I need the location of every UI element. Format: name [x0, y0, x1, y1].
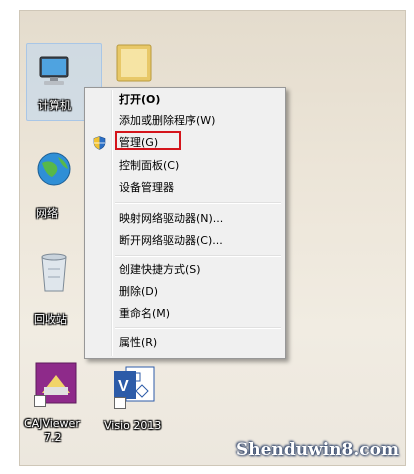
computer-icon	[39, 56, 69, 85]
computer-desktop-icon[interactable]: 计算机	[34, 51, 74, 112]
menu-item-control-panel[interactable]: 控制面板(C)	[119, 159, 179, 173]
visio-desktop-icon[interactable]: V Visio 2013	[104, 363, 161, 432]
menu-item-create-shortcut[interactable]: 创建快捷方式(S)	[119, 263, 201, 277]
cajviewer-label-line2: 7.2	[44, 431, 62, 444]
recycle-bin-label: 回收站	[34, 313, 67, 326]
shortcut-arrow-icon	[114, 397, 126, 409]
visio-label: Visio 2013	[104, 419, 162, 432]
menu-item-delete[interactable]: 删除(D)	[119, 285, 158, 299]
shortcut-arrow-icon	[34, 395, 46, 407]
network-desktop-icon[interactable]: 网络	[34, 149, 74, 220]
menu-item-properties[interactable]: 属性(R)	[119, 336, 157, 350]
menu-item-add-remove-programs[interactable]: 添加或删除程序(W)	[119, 114, 215, 128]
folder-icon	[116, 44, 152, 82]
svg-text:V: V	[118, 378, 129, 395]
globe-icon	[37, 152, 71, 186]
context-menu: 打开(O) 添加或删除程序(W) 管理(G) 控制面板(C) 设备管理器 映射网…	[84, 87, 286, 359]
recycle-bin-desktop-icon[interactable]: 回收站	[34, 249, 72, 326]
menu-separator	[115, 202, 281, 204]
shield-icon	[93, 136, 106, 150]
menu-separator	[115, 255, 281, 257]
manage-highlight-box	[115, 131, 181, 150]
folder-desktop-icon[interactable]	[115, 41, 155, 87]
menu-item-disconnect-network-drive[interactable]: 断开网络驱动器(C)...	[119, 234, 223, 248]
desktop: 计算机 网络 回收站 CAJViewer 7.2 V Visio 2013 打开…	[19, 10, 406, 466]
menu-gutter	[111, 90, 113, 356]
computer-label: 计算机	[38, 99, 71, 112]
watermark: Shenduwin8.com	[236, 440, 399, 460]
menu-item-map-network-drive[interactable]: 映射网络驱动器(N)...	[119, 212, 223, 226]
menu-separator	[115, 327, 281, 329]
network-label: 网络	[36, 207, 58, 220]
menu-item-rename[interactable]: 重命名(M)	[119, 307, 170, 321]
recycle-bin-icon	[41, 253, 67, 292]
cajviewer-label-line1: CAJViewer	[24, 417, 80, 430]
menu-item-device-manager[interactable]: 设备管理器	[119, 181, 174, 195]
cajviewer-desktop-icon[interactable]: CAJViewer 7.2	[24, 361, 80, 444]
menu-item-open[interactable]: 打开(O)	[119, 93, 160, 107]
